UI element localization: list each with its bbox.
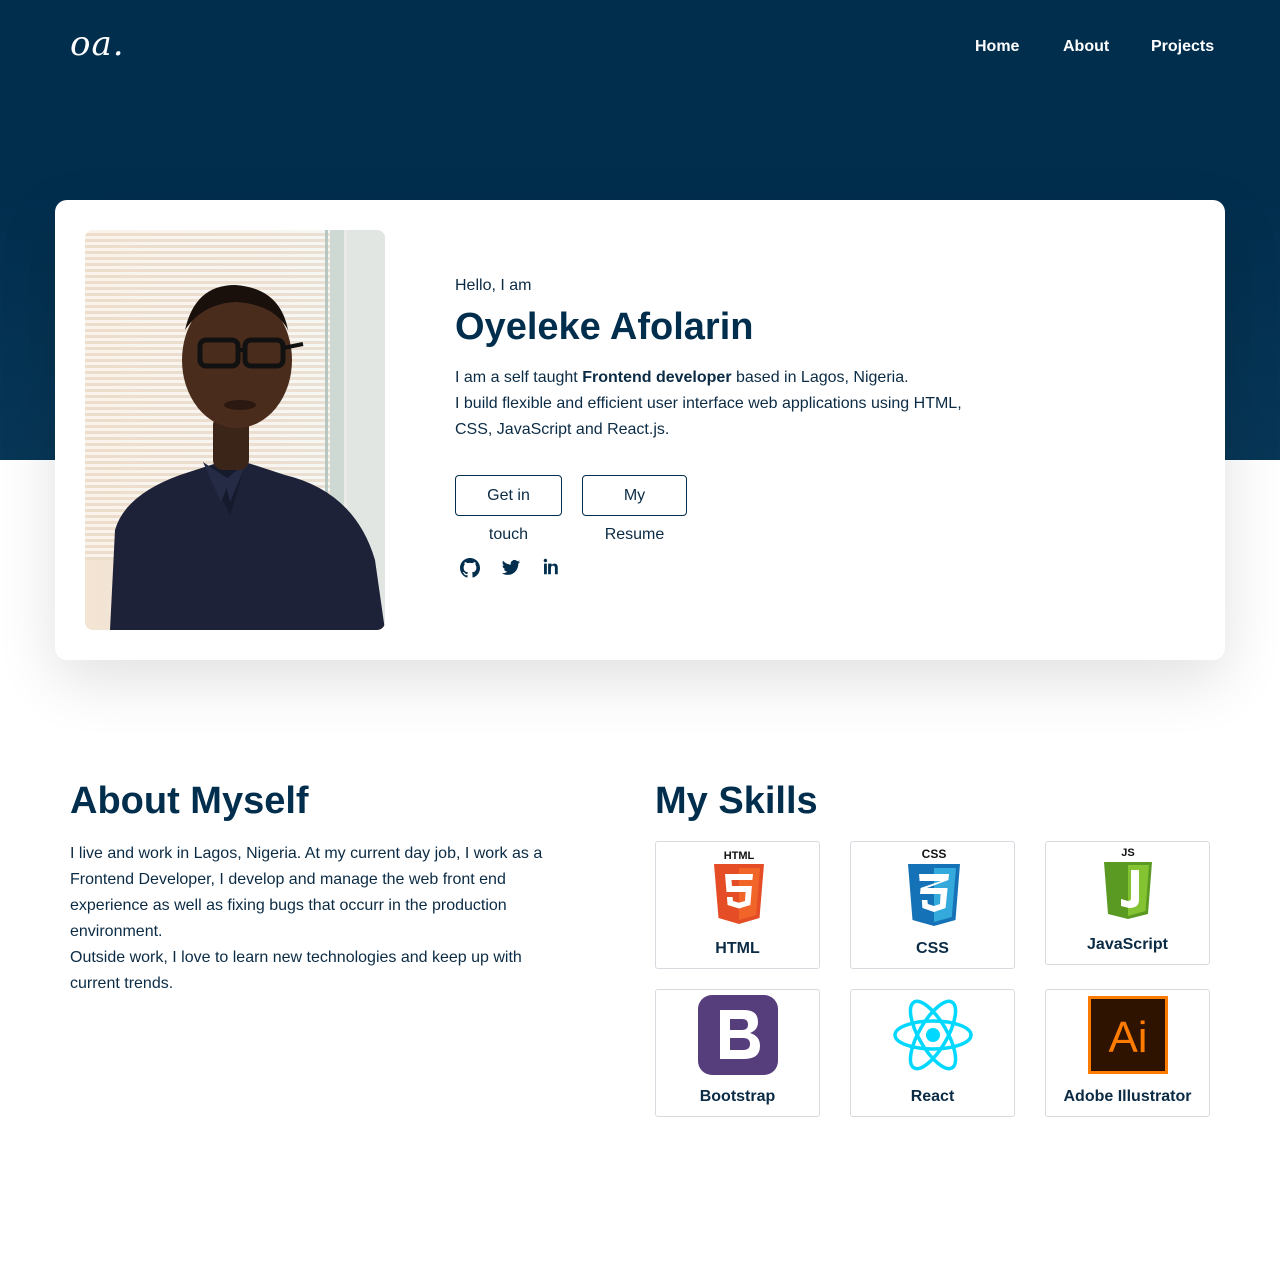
skill-card-css: CSS CSS — [850, 841, 1015, 969]
svg-text:CSS: CSS — [922, 847, 947, 861]
bio-text-post: based in Lagos, Nigeria. — [731, 369, 909, 386]
hero-card: Hello, I am Oyeleke Afolarin I am a self… — [55, 200, 1225, 660]
my-resume-button[interactable]: My Resume — [582, 475, 687, 543]
css3-icon: CSS — [908, 847, 960, 926]
skill-label-bootstrap: Bootstrap — [699, 1088, 776, 1105]
nav-link-projects[interactable]: Projects — [1151, 38, 1214, 56]
twitter-icon[interactable] — [501, 558, 521, 578]
hero-greeting: Hello, I am — [455, 277, 532, 294]
hero-name: Oyeleke Afolarin — [455, 306, 754, 348]
skill-card-html: HTML HTML — [655, 841, 820, 969]
skill-label-css: CSS — [916, 940, 949, 957]
illustrator-icon: Ai — [1088, 996, 1168, 1074]
profile-photo — [85, 230, 385, 630]
hero-bio: I am a self taught Frontend developer ba… — [455, 365, 995, 443]
navbar: oa. Home About Projects — [0, 0, 1280, 95]
bio-highlight: Frontend developer — [582, 369, 732, 386]
skill-card-javascript: JS JavaScript — [1045, 841, 1210, 965]
skill-label-react: React — [910, 1088, 955, 1105]
svg-text:HTML: HTML — [724, 850, 755, 862]
nav-link-home[interactable]: Home — [975, 38, 1019, 56]
skill-card-bootstrap: Bootstrap — [655, 989, 820, 1117]
javascript-icon: JS — [1104, 847, 1152, 919]
svg-text:Ai: Ai — [1108, 1013, 1147, 1062]
skill-label-javascript: JavaScript — [1087, 936, 1168, 953]
skill-label-html: HTML — [715, 940, 760, 957]
linkedin-icon[interactable] — [542, 558, 562, 578]
nav-link-about[interactable]: About — [1063, 38, 1109, 56]
bio-text-line2: I build flexible and efficient user inte… — [455, 395, 962, 438]
html5-icon: HTML — [714, 850, 764, 924]
bootstrap-icon — [698, 995, 778, 1075]
bio-text-pre: I am a self taught — [455, 369, 583, 386]
profile-photo-illustration — [85, 230, 385, 630]
logo[interactable]: oa. — [70, 24, 125, 64]
skills-title: My Skills — [655, 780, 818, 822]
skill-card-react: React — [850, 989, 1015, 1117]
about-paragraph-2: Outside work, I love to learn new techno… — [70, 949, 522, 992]
github-icon[interactable] — [460, 558, 480, 578]
skill-label-illustrator: Adobe Illustrator — [1063, 1088, 1192, 1105]
about-text: I live and work in Lagos, Nigeria. At my… — [70, 841, 550, 997]
svg-text:JS: JS — [1121, 847, 1134, 859]
about-title: About Myself — [70, 780, 309, 822]
get-in-touch-button[interactable]: Get in touch — [455, 475, 562, 543]
skill-card-illustrator: Ai Adobe Illustrator — [1045, 989, 1210, 1117]
react-icon — [893, 999, 973, 1071]
about-paragraph-1: I live and work in Lagos, Nigeria. At my… — [70, 845, 543, 940]
